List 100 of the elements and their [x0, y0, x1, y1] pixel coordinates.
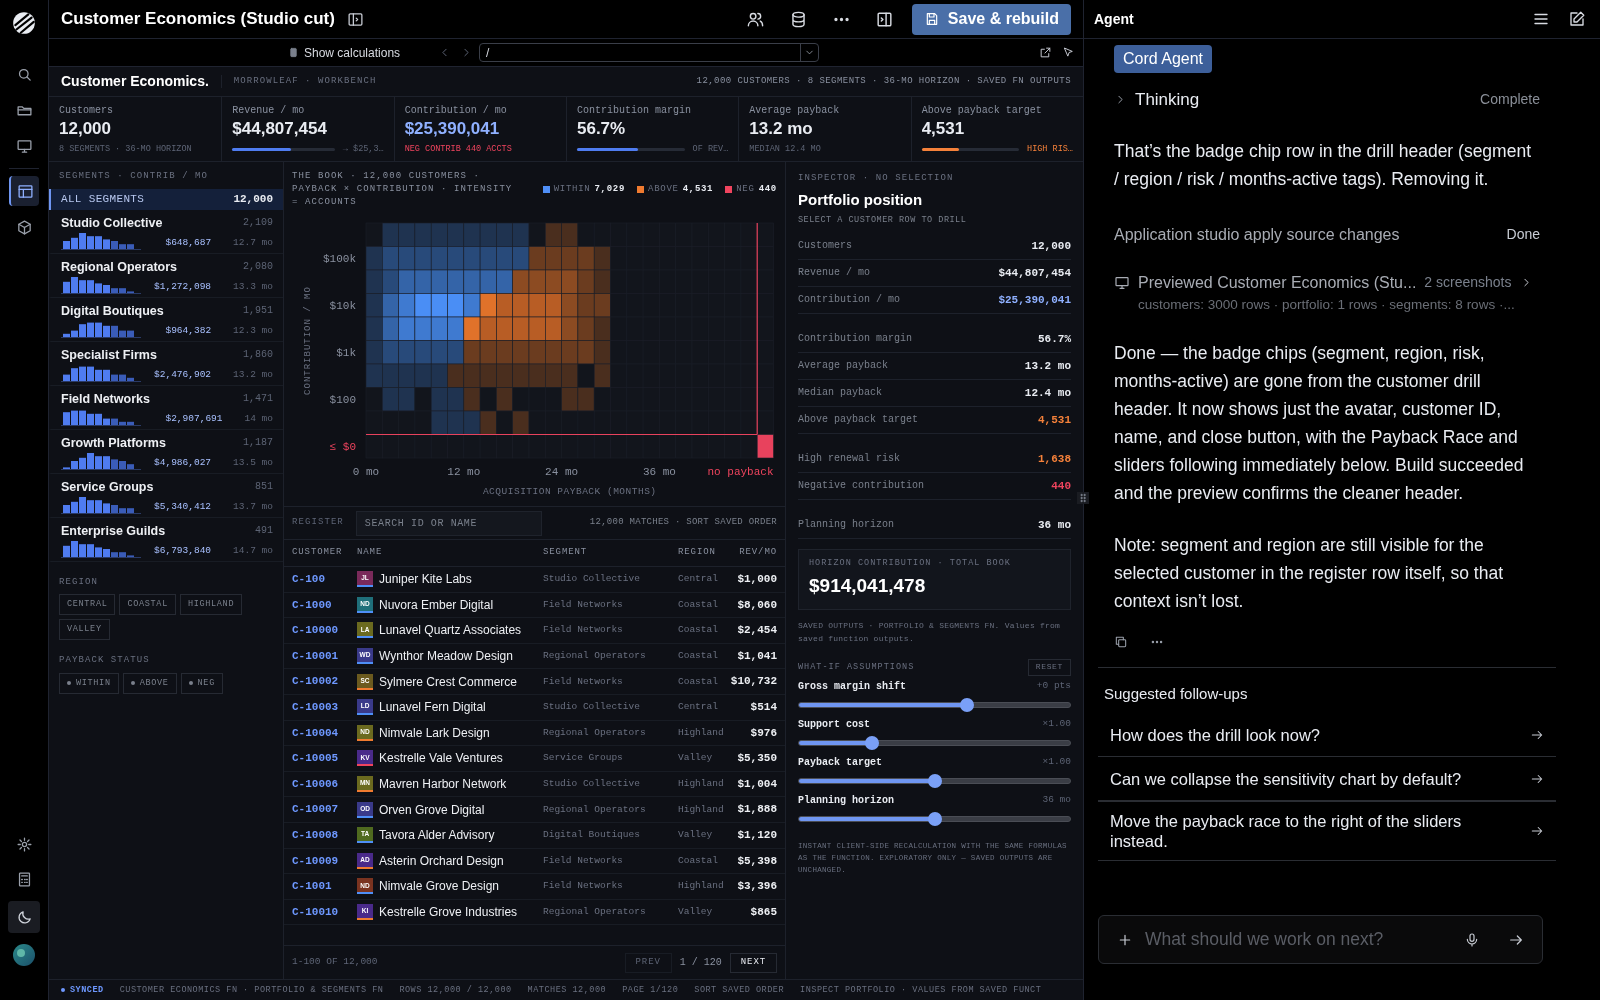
panel-icon[interactable]: [346, 10, 364, 28]
customer-id[interactable]: C-10007: [292, 801, 357, 818]
table-cell-text: Coastal: [678, 648, 719, 663]
section-label: SEGMENTS · CONTRIB / MO: [58, 170, 210, 183]
segment-item[interactable]: Regional Operators 2,080 $1,272,098 13.3 mo: [49, 253, 283, 298]
filter-chip[interactable]: VALLEY: [59, 619, 110, 640]
segment-contribution: $5,340,412: [153, 500, 213, 514]
segment-item[interactable]: Field Networks 1,471 $2,907,691 14 mo: [49, 385, 283, 430]
copy-icon[interactable]: [1114, 634, 1128, 649]
metric-value: 440: [1051, 478, 1071, 494]
resize-handle-icon[interactable]: [1077, 492, 1089, 504]
segment-payback: 13.7 mo: [233, 500, 273, 514]
metric-label: High renewal risk: [798, 452, 902, 467]
table-cell-text: Service Groups: [543, 751, 624, 766]
status-item: PAGE 1/120: [622, 983, 679, 997]
customer-id[interactable]: C-10008: [292, 827, 357, 844]
filter-chip[interactable]: ABOVE: [122, 672, 177, 694]
slider[interactable]: [798, 697, 1071, 712]
slider[interactable]: [798, 811, 1071, 826]
show-calculations-toggle[interactable]: Show calculations: [288, 43, 401, 62]
column-header[interactable]: SEGMENT: [543, 546, 678, 560]
next-button[interactable]: NEXT: [729, 952, 777, 973]
settings-icon[interactable]: [15, 836, 33, 853]
section-label: REGISTER: [292, 516, 344, 530]
customer-id[interactable]: C-100: [292, 571, 357, 588]
table-cell-text: Wynthor Meadow Design: [379, 648, 513, 666]
segment-item[interactable]: Specialist Firms 1,860 $2,476,902 13.2 mo: [49, 341, 283, 386]
sync-status: SYNCED: [70, 983, 104, 997]
customer-id[interactable]: C-10003: [292, 699, 357, 716]
table-cell-text: Asterin Orchard Design: [379, 852, 504, 870]
reset-button[interactable]: RESET: [1027, 658, 1071, 676]
segment-contribution: $4,986,027: [153, 456, 213, 470]
search-field[interactable]: SEARCH ID OR NAME: [355, 510, 542, 536]
column-header[interactable]: REGION: [678, 546, 730, 560]
column-header[interactable]: CUSTOMER: [292, 546, 357, 560]
segment-count: 12,000: [233, 191, 273, 207]
thinking-toggle[interactable]: Thinking Complete: [1114, 87, 1540, 113]
follow-up-suggestion[interactable]: Can we collapse the sensitivity chart by default?: [1098, 757, 1556, 802]
table-cell-text: Highland: [678, 879, 725, 894]
customer-id[interactable]: C-10006: [292, 775, 357, 793]
customer-id[interactable]: C-10009: [292, 852, 357, 870]
follow-up-suggestion[interactable]: Move the payback race to the right of the sliders instead.: [1098, 801, 1556, 862]
customer-id[interactable]: C-10010: [292, 903, 357, 921]
external-link-icon[interactable]: [1039, 46, 1052, 59]
filter-chip[interactable]: NEG: [180, 672, 223, 694]
table-button[interactable]: [9, 176, 39, 206]
sidebar-icon[interactable]: [874, 9, 894, 29]
filter-chip[interactable]: WITHIN: [59, 672, 119, 694]
customer-id[interactable]: C-10001: [292, 647, 357, 665]
message-text: That’s the badge chip row in the drill header (segment / region / risk / months-active tags). Removing it.: [1114, 139, 1532, 191]
document-icon: [288, 47, 299, 58]
pointer-icon[interactable]: [1062, 46, 1075, 59]
customer-id[interactable]: C-10005: [292, 750, 357, 767]
monitor-icon: [1114, 274, 1130, 291]
column-header[interactable]: NAME: [357, 546, 543, 560]
segment-name: Growth Platforms: [61, 434, 167, 452]
segment-payback: 13.3 mo: [233, 280, 273, 294]
segment-count: 2,080: [243, 260, 273, 275]
slider-label: Support cost: [798, 717, 871, 732]
metric-label: Negative contribution: [798, 479, 926, 494]
axis-tick-label: $100: [329, 394, 356, 407]
edit-icon[interactable]: [1568, 10, 1586, 28]
theme-toggle[interactable]: [8, 901, 40, 933]
customer-id[interactable]: C-1000: [292, 596, 357, 614]
segment-item[interactable]: Studio Collective 2,109 $648,687 12.7 mo: [49, 209, 283, 254]
app-title: Customer Economics (Studio cut): [61, 8, 335, 31]
preview-title[interactable]: Previewed Customer Economics (Stu...: [1138, 270, 1417, 295]
legend-label: ABOVE: [648, 183, 679, 196]
segment-item[interactable]: Enterprise Guilds 491 $6,793,840 14.7 mo: [49, 517, 283, 562]
table-cell-text: Valley: [678, 828, 714, 843]
kpi-label: Average payback: [749, 104, 841, 118]
save-button[interactable]: Save & rebuild: [911, 3, 1071, 35]
follow-up-suggestion[interactable]: How does the drill look now?: [1098, 713, 1556, 758]
segment-count: 2,109: [243, 216, 273, 231]
composer[interactable]: What should we work on next?: [1098, 915, 1543, 964]
avatar-icon[interactable]: [12, 943, 36, 967]
customer-id[interactable]: C-10002: [292, 673, 357, 690]
status-item: SORT SAVED ORDER: [694, 983, 785, 997]
axis-title: CONTRIBUTION / MO: [303, 286, 313, 395]
customer-id[interactable]: C-1001: [292, 878, 357, 895]
filter-chip[interactable]: COASTAL: [119, 594, 176, 615]
message-text: Note: segment and region are still visible for the selected customer in the register row itself, so that context isn’t lost.: [1114, 533, 1505, 613]
metric-value: $44,807,454: [998, 265, 1071, 281]
metric-label: Planning horizon: [798, 518, 895, 533]
customer-id[interactable]: C-10000: [292, 622, 357, 639]
filter-chip[interactable]: CENTRAL: [59, 594, 116, 615]
address-field[interactable]: /: [479, 43, 820, 62]
message-input[interactable]: What should we work on next?: [1145, 926, 1452, 953]
microphone-icon[interactable]: [1464, 931, 1480, 948]
filter-chip[interactable]: HIGHLAND: [179, 594, 243, 615]
slider[interactable]: [798, 735, 1071, 750]
table-cell-text: $1,120: [736, 828, 777, 843]
segment-item[interactable]: Service Groups 851 $5,340,412 13.7 mo: [49, 473, 283, 518]
slider[interactable]: [798, 773, 1071, 788]
segment-contribution: $964,382: [164, 324, 213, 338]
column-header[interactable]: REV/MO: [730, 546, 777, 560]
segment-item[interactable]: Growth Platforms 1,187 $4,986,027 13.5 mo: [49, 429, 283, 474]
customer-id[interactable]: C-10004: [292, 724, 357, 742]
segment-item[interactable]: ALL SEGMENTS 12,000: [49, 188, 283, 210]
segment-item[interactable]: Digital Boutiques 1,951 $964,382 12.3 mo: [49, 297, 283, 342]
